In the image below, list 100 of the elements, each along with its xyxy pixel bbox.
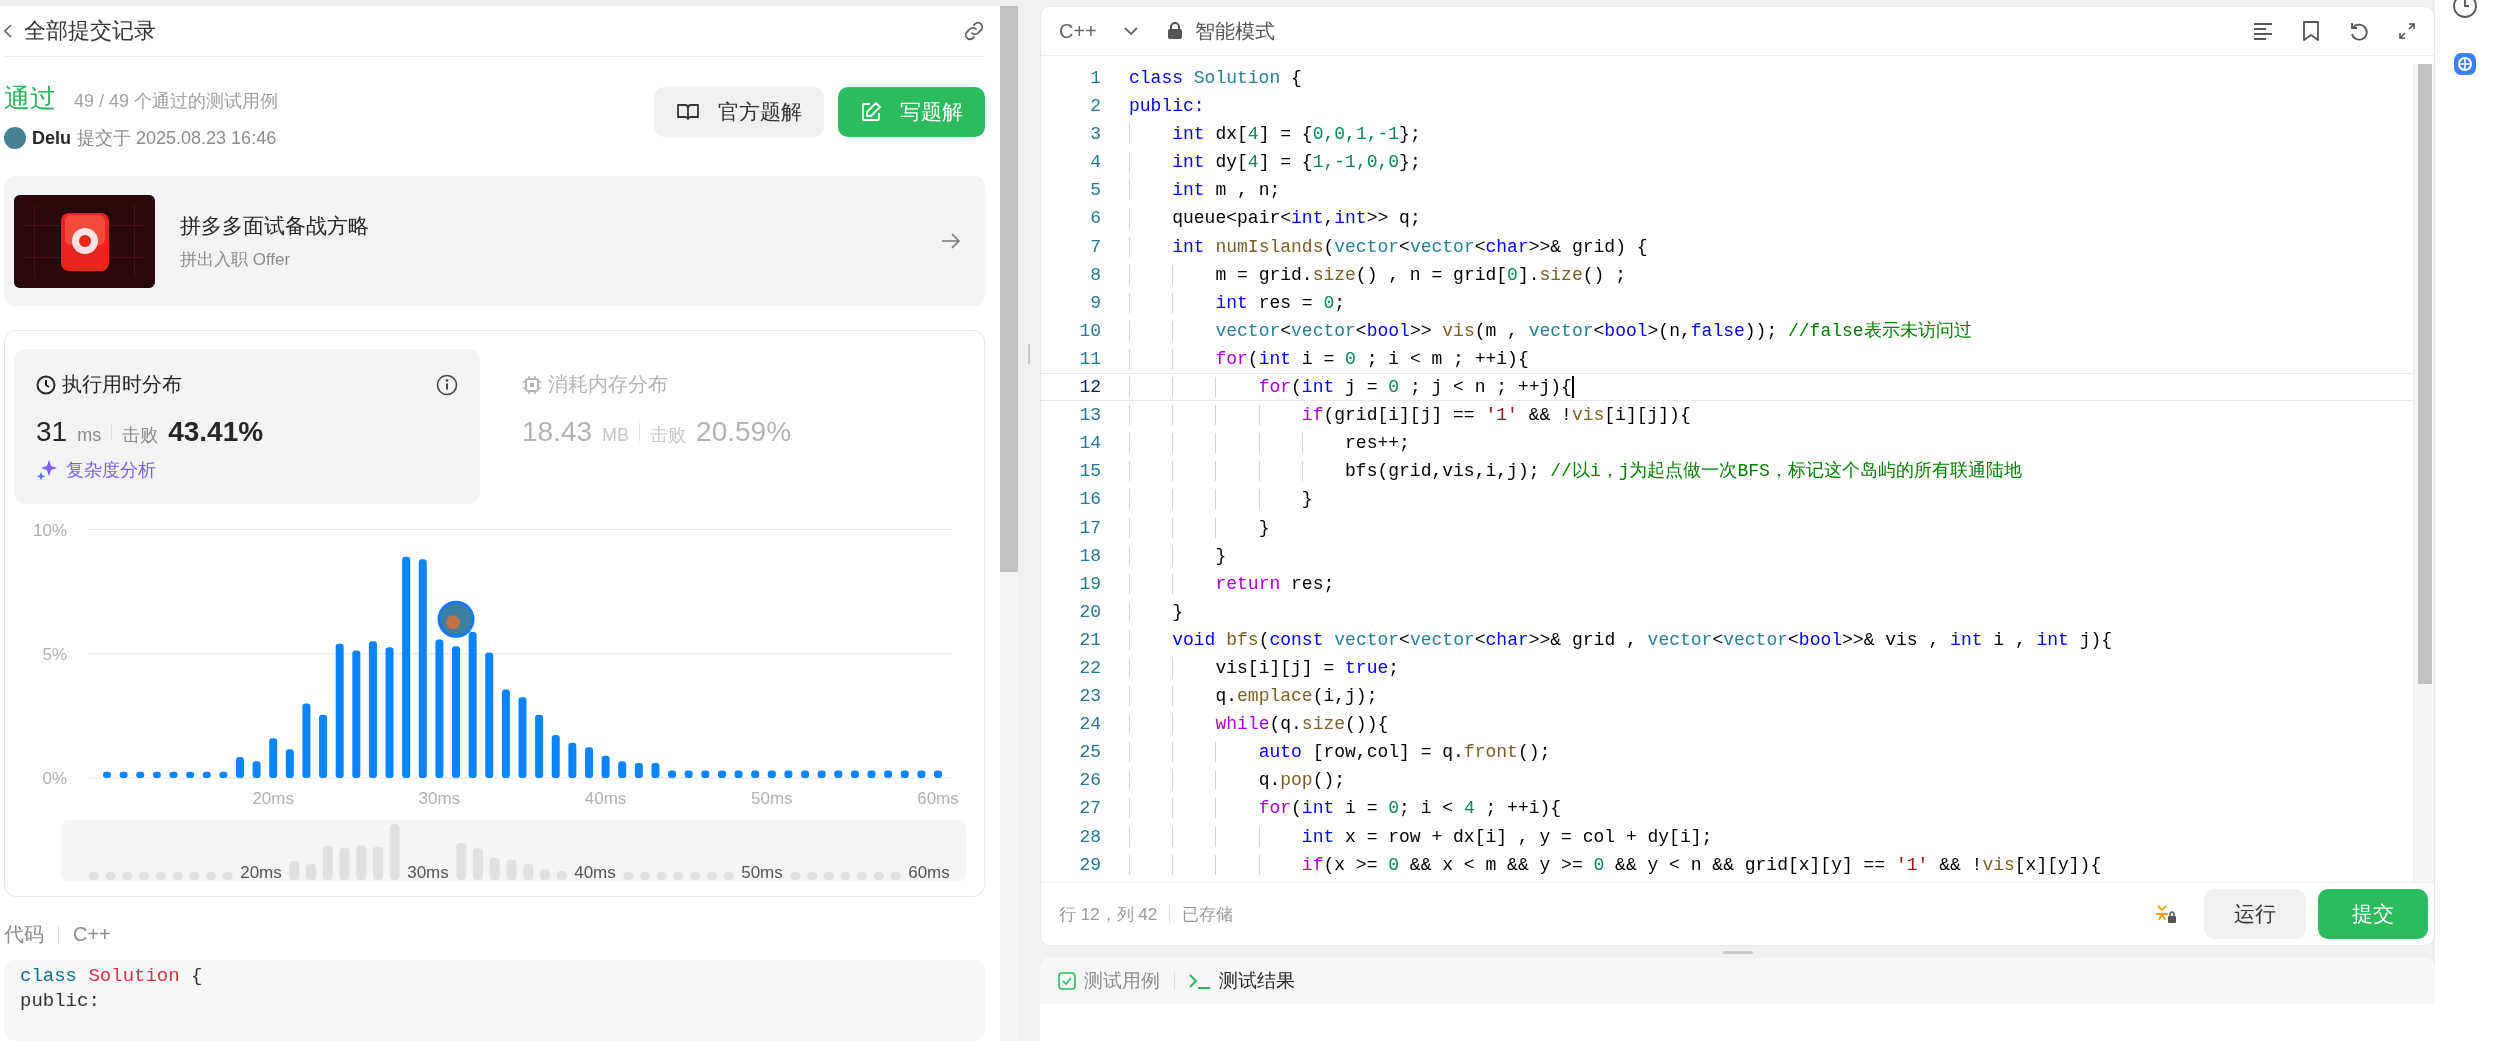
bar[interactable] — [269, 738, 278, 778]
complexity-link[interactable]: 复杂度分析 — [66, 458, 156, 482]
axis-label: 50ms — [751, 789, 793, 808]
axis-label: 50ms — [741, 863, 783, 882]
bar[interactable] — [518, 697, 527, 778]
bar[interactable] — [169, 771, 178, 778]
link-icon[interactable] — [963, 20, 985, 42]
bar[interactable] — [784, 770, 793, 778]
bar[interactable] — [136, 771, 145, 778]
bar[interactable] — [418, 559, 427, 778]
bar[interactable] — [751, 770, 760, 778]
scrollbar-thumb[interactable] — [2418, 64, 2432, 684]
resize-handle[interactable] — [1722, 950, 1753, 954]
axis-label: 20ms — [240, 863, 282, 882]
run-button[interactable]: 运行 — [2204, 889, 2306, 939]
bar[interactable] — [551, 735, 560, 778]
clock-icon — [36, 374, 56, 395]
promo-card[interactable]: 拼多多面试备战方略 拼出入职 Offer — [4, 176, 985, 306]
bookmark-icon[interactable] — [2302, 20, 2320, 42]
bar[interactable] — [934, 770, 942, 778]
bar[interactable] — [817, 770, 826, 778]
bar[interactable] — [319, 714, 328, 778]
bar[interactable] — [601, 755, 610, 778]
bar[interactable] — [252, 761, 261, 778]
bar[interactable] — [368, 641, 377, 778]
bar[interactable] — [900, 770, 909, 778]
axis-label: 10% — [32, 520, 67, 540]
bar[interactable] — [435, 639, 444, 778]
bar[interactable] — [701, 770, 710, 778]
code-line: int res = 0; — [1129, 288, 1346, 317]
bar[interactable] — [152, 771, 161, 778]
info-icon[interactable] — [436, 373, 458, 396]
user-name[interactable]: Delu — [32, 127, 71, 149]
bar[interactable] — [884, 770, 893, 778]
expand-icon[interactable] — [2398, 22, 2416, 40]
bar[interactable] — [103, 771, 111, 778]
bar[interactable] — [801, 770, 810, 778]
page-title: 全部提交记录 — [24, 17, 156, 45]
axis-label: 30ms — [407, 863, 449, 882]
language-dropdown[interactable]: C++ — [1059, 19, 1139, 43]
stats-value: 18.43 — [522, 416, 593, 448]
sparkle-icon — [36, 459, 58, 481]
bar[interactable] — [219, 771, 228, 778]
code-line: void bfs(const vector<vector<char>>& grid , vector<vector<bool>>& vis , int i , int j){ — [1129, 625, 2113, 654]
code-line: public: — [1129, 95, 1205, 119]
app-icon[interactable] — [2452, 52, 2477, 76]
bar[interactable] — [119, 771, 128, 778]
bar[interactable] — [834, 770, 843, 778]
line-number: 19 — [1078, 572, 1101, 596]
promo-title: 拼多多面试备战方略 — [180, 212, 369, 239]
axis-label: 30ms — [418, 789, 461, 808]
bar[interactable] — [535, 714, 544, 778]
bar[interactable] — [585, 747, 593, 778]
code-line: int x = row + dx[i] , y = col + dy[i]; — [1129, 822, 1713, 851]
reset-icon[interactable] — [2348, 20, 2370, 42]
bar[interactable] — [917, 770, 926, 778]
line-number: 22 — [1078, 656, 1101, 680]
language-label: C++ — [73, 923, 111, 946]
bug-icon[interactable] — [2154, 902, 2178, 926]
bar[interactable] — [202, 771, 211, 778]
bar[interactable] — [867, 770, 876, 778]
bar[interactable] — [651, 763, 660, 778]
beats-value: 20.59% — [696, 416, 792, 448]
bar[interactable] — [684, 770, 693, 778]
code-line: for(int i = 0 ; i < m ; ++i){ — [1129, 344, 1529, 374]
code-line: if(x >= 0 && x < m && y >= 0 && y < n && grid[x][y] == '1' && !vis[x][y]){ — [1129, 850, 2102, 879]
stats-tab[interactable]: 执行用时分布 31 ms 击败 43.41% 复杂度分析 — [14, 349, 480, 504]
avatar — [4, 127, 26, 149]
bar[interactable] — [302, 703, 311, 778]
bar[interactable] — [402, 556, 411, 778]
bar[interactable] — [717, 770, 726, 778]
bar[interactable] — [385, 647, 394, 778]
back-icon[interactable] — [4, 24, 12, 38]
range-overview[interactable]: 20ms 30ms 40ms 50ms 60ms — [61, 820, 966, 882]
code-line: q.emplace(i,j); — [1129, 682, 1378, 711]
code-line: m = grid.size() , n = grid[0].size() ; — [1129, 260, 1626, 289]
bar[interactable] — [634, 763, 643, 778]
bar[interactable] — [335, 643, 344, 778]
axis-label: 40ms — [584, 789, 627, 808]
bar[interactable] — [501, 689, 510, 778]
line-number: 26 — [1078, 769, 1101, 793]
mode-label[interactable]: 智能模式 — [1194, 17, 1275, 45]
panel-tab[interactable]: 测试结果 — [1189, 968, 1295, 994]
bar[interactable] — [468, 631, 477, 778]
solution-button[interactable]: 官方题解 — [654, 87, 824, 137]
resize-handle[interactable] — [1028, 343, 1030, 364]
bar[interactable] — [235, 756, 244, 778]
save-status: 已存储 — [1182, 903, 1234, 926]
bar[interactable] — [568, 742, 577, 778]
bar[interactable] — [285, 749, 294, 778]
bar[interactable] — [668, 770, 677, 778]
bar[interactable] — [767, 770, 776, 778]
bar[interactable] — [186, 771, 195, 778]
bar[interactable] — [734, 770, 743, 778]
scrollbar-thumb[interactable] — [1000, 6, 1018, 572]
bar[interactable] — [618, 761, 627, 778]
format-icon[interactable] — [2252, 21, 2274, 41]
bar[interactable] — [850, 770, 859, 778]
bar[interactable] — [485, 652, 494, 778]
bar[interactable] — [352, 650, 361, 778]
